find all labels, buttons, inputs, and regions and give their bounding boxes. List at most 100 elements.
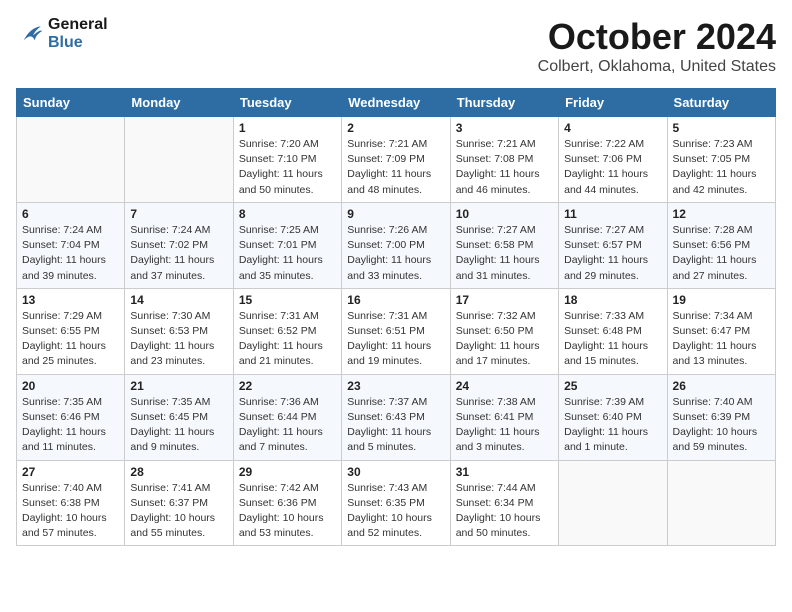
day-info: Sunrise: 7:28 AM Sunset: 6:56 PM Dayligh… — [673, 223, 770, 284]
day-number: 30 — [347, 465, 444, 479]
day-header-saturday: Saturday — [667, 89, 775, 117]
day-info: Sunrise: 7:26 AM Sunset: 7:00 PM Dayligh… — [347, 223, 444, 284]
day-number: 27 — [22, 465, 119, 479]
day-number: 18 — [564, 293, 661, 307]
day-number: 12 — [673, 207, 770, 221]
day-info: Sunrise: 7:37 AM Sunset: 6:43 PM Dayligh… — [347, 395, 444, 456]
calendar-cell: 10 Sunrise: 7:27 AM Sunset: 6:58 PM Dayli… — [450, 202, 558, 288]
day-number: 16 — [347, 293, 444, 307]
day-number: 5 — [673, 121, 770, 135]
day-number: 25 — [564, 379, 661, 393]
day-number: 31 — [456, 465, 553, 479]
week-row-3: 13 Sunrise: 7:29 AM Sunset: 6:55 PM Dayli… — [17, 288, 776, 374]
calendar-cell: 9 Sunrise: 7:26 AM Sunset: 7:00 PM Daylig… — [342, 202, 450, 288]
day-number: 10 — [456, 207, 553, 221]
location-title: Colbert, Oklahoma, United States — [538, 58, 776, 76]
day-info: Sunrise: 7:38 AM Sunset: 6:41 PM Dayligh… — [456, 395, 553, 456]
title-section: October 2024 Colbert, Oklahoma, United S… — [538, 16, 776, 76]
day-info: Sunrise: 7:21 AM Sunset: 7:08 PM Dayligh… — [456, 137, 553, 198]
day-number: 21 — [130, 379, 227, 393]
week-row-5: 27 Sunrise: 7:40 AM Sunset: 6:38 PM Dayli… — [17, 460, 776, 546]
calendar-cell: 24 Sunrise: 7:38 AM Sunset: 6:41 PM Dayli… — [450, 374, 558, 460]
day-number: 29 — [239, 465, 336, 479]
day-info: Sunrise: 7:34 AM Sunset: 6:47 PM Dayligh… — [673, 309, 770, 370]
calendar-cell: 4 Sunrise: 7:22 AM Sunset: 7:06 PM Daylig… — [559, 117, 667, 203]
calendar-cell: 18 Sunrise: 7:33 AM Sunset: 6:48 PM Dayli… — [559, 288, 667, 374]
calendar-cell: 13 Sunrise: 7:29 AM Sunset: 6:55 PM Dayli… — [17, 288, 125, 374]
day-info: Sunrise: 7:29 AM Sunset: 6:55 PM Dayligh… — [22, 309, 119, 370]
day-info: Sunrise: 7:33 AM Sunset: 6:48 PM Dayligh… — [564, 309, 661, 370]
day-header-wednesday: Wednesday — [342, 89, 450, 117]
day-number: 4 — [564, 121, 661, 135]
month-title: October 2024 — [538, 16, 776, 58]
day-info: Sunrise: 7:22 AM Sunset: 7:06 PM Dayligh… — [564, 137, 661, 198]
day-header-sunday: Sunday — [17, 89, 125, 117]
day-number: 6 — [22, 207, 119, 221]
day-info: Sunrise: 7:21 AM Sunset: 7:09 PM Dayligh… — [347, 137, 444, 198]
logo: General Blue — [16, 16, 108, 52]
day-info: Sunrise: 7:40 AM Sunset: 6:39 PM Dayligh… — [673, 395, 770, 456]
calendar-cell — [125, 117, 233, 203]
calendar-cell: 19Sunrise: 7:34 AM Sunset: 6:47 PM Dayli… — [667, 288, 775, 374]
calendar-cell: 7Sunrise: 7:24 AM Sunset: 7:02 PM Daylig… — [125, 202, 233, 288]
calendar-cell: 14 Sunrise: 7:30 AM Sunset: 6:53 PM Dayli… — [125, 288, 233, 374]
calendar-cell: 16 Sunrise: 7:31 AM Sunset: 6:51 PM Dayli… — [342, 288, 450, 374]
day-info: Sunrise: 7:43 AM Sunset: 6:35 PM Dayligh… — [347, 481, 444, 542]
calendar-cell: 26Sunrise: 7:40 AM Sunset: 6:39 PM Dayli… — [667, 374, 775, 460]
day-info: Sunrise: 7:27 AM Sunset: 6:58 PM Dayligh… — [456, 223, 553, 284]
day-number: 9 — [347, 207, 444, 221]
day-info: Sunrise: 7:30 AM Sunset: 6:53 PM Dayligh… — [130, 309, 227, 370]
day-info: Sunrise: 7:31 AM Sunset: 6:51 PM Dayligh… — [347, 309, 444, 370]
header-row: SundayMondayTuesdayWednesdayThursdayFrid… — [17, 89, 776, 117]
calendar-cell: 21Sunrise: 7:35 AM Sunset: 6:45 PM Dayli… — [125, 374, 233, 460]
day-number: 28 — [130, 465, 227, 479]
day-number: 8 — [239, 207, 336, 221]
day-info: Sunrise: 7:31 AM Sunset: 6:52 PM Dayligh… — [239, 309, 336, 370]
day-info: Sunrise: 7:39 AM Sunset: 6:40 PM Dayligh… — [564, 395, 661, 456]
day-number: 7 — [130, 207, 227, 221]
logo-text: General Blue — [48, 16, 108, 52]
day-info: Sunrise: 7:20 AM Sunset: 7:10 PM Dayligh… — [239, 137, 336, 198]
calendar-cell: 25 Sunrise: 7:39 AM Sunset: 6:40 PM Dayli… — [559, 374, 667, 460]
calendar-cell: 5 Sunrise: 7:23 AM Sunset: 7:05 PM Daylig… — [667, 117, 775, 203]
day-info: Sunrise: 7:32 AM Sunset: 6:50 PM Dayligh… — [456, 309, 553, 370]
day-number: 17 — [456, 293, 553, 307]
calendar-cell: 8 Sunrise: 7:25 AM Sunset: 7:01 PM Daylig… — [233, 202, 341, 288]
day-header-monday: Monday — [125, 89, 233, 117]
day-number: 20 — [22, 379, 119, 393]
day-info: Sunrise: 7:36 AM Sunset: 6:44 PM Dayligh… — [239, 395, 336, 456]
logo-icon — [16, 20, 44, 48]
calendar-cell: 11Sunrise: 7:27 AM Sunset: 6:57 PM Dayli… — [559, 202, 667, 288]
calendar-cell: 12 Sunrise: 7:28 AM Sunset: 6:56 PM Dayli… — [667, 202, 775, 288]
day-number: 13 — [22, 293, 119, 307]
calendar-cell: 20Sunrise: 7:35 AM Sunset: 6:46 PM Dayli… — [17, 374, 125, 460]
week-row-1: 1 Sunrise: 7:20 AM Sunset: 7:10 PM Daylig… — [17, 117, 776, 203]
day-info: Sunrise: 7:23 AM Sunset: 7:05 PM Dayligh… — [673, 137, 770, 198]
day-info: Sunrise: 7:42 AM Sunset: 6:36 PM Dayligh… — [239, 481, 336, 542]
calendar-cell: 3 Sunrise: 7:21 AM Sunset: 7:08 PM Daylig… — [450, 117, 558, 203]
calendar-cell — [559, 460, 667, 546]
day-number: 14 — [130, 293, 227, 307]
calendar-cell — [17, 117, 125, 203]
day-info: Sunrise: 7:24 AM Sunset: 7:04 PM Dayligh… — [22, 223, 119, 284]
day-info: Sunrise: 7:40 AM Sunset: 6:38 PM Dayligh… — [22, 481, 119, 542]
calendar-cell: 29 Sunrise: 7:42 AM Sunset: 6:36 PM Dayli… — [233, 460, 341, 546]
day-info: Sunrise: 7:25 AM Sunset: 7:01 PM Dayligh… — [239, 223, 336, 284]
day-header-friday: Friday — [559, 89, 667, 117]
day-number: 1 — [239, 121, 336, 135]
day-number: 3 — [456, 121, 553, 135]
calendar-cell: 17 Sunrise: 7:32 AM Sunset: 6:50 PM Dayli… — [450, 288, 558, 374]
calendar-cell: 1 Sunrise: 7:20 AM Sunset: 7:10 PM Daylig… — [233, 117, 341, 203]
calendar-cell: 31Sunrise: 7:44 AM Sunset: 6:34 PM Dayli… — [450, 460, 558, 546]
day-number: 24 — [456, 379, 553, 393]
calendar-cell: 30 Sunrise: 7:43 AM Sunset: 6:35 PM Dayli… — [342, 460, 450, 546]
calendar-cell: 28 Sunrise: 7:41 AM Sunset: 6:37 PM Dayli… — [125, 460, 233, 546]
calendar-cell: 15 Sunrise: 7:31 AM Sunset: 6:52 PM Dayli… — [233, 288, 341, 374]
day-number: 15 — [239, 293, 336, 307]
day-info: Sunrise: 7:41 AM Sunset: 6:37 PM Dayligh… — [130, 481, 227, 542]
calendar-cell: 22Sunrise: 7:36 AM Sunset: 6:44 PM Dayli… — [233, 374, 341, 460]
calendar-cell: 6 Sunrise: 7:24 AM Sunset: 7:04 PM Daylig… — [17, 202, 125, 288]
calendar-cell: 23Sunrise: 7:37 AM Sunset: 6:43 PM Dayli… — [342, 374, 450, 460]
calendar-cell — [667, 460, 775, 546]
week-row-4: 20Sunrise: 7:35 AM Sunset: 6:46 PM Dayli… — [17, 374, 776, 460]
